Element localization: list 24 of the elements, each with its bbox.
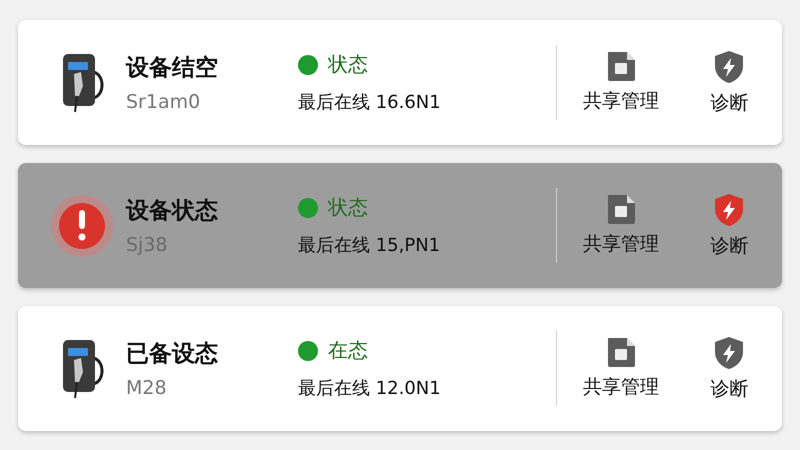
share-manage-button[interactable]: 共享管理 xyxy=(580,190,661,260)
device-model: M28 xyxy=(126,377,168,399)
device-model: Sr1am0 xyxy=(126,91,202,113)
status-dot xyxy=(298,198,318,218)
shield-icon xyxy=(713,192,746,226)
diagnose-button[interactable]: 诊断 xyxy=(708,190,750,260)
status-label: 在态 xyxy=(328,337,368,364)
last-online-text: 最后在线 16.6N1 xyxy=(298,91,442,114)
last-online-text: 最后在线 12.0N1 xyxy=(298,377,442,400)
shield-icon xyxy=(713,50,746,84)
device-name: 设备结空 xyxy=(126,54,219,83)
alert-icon xyxy=(50,194,114,258)
diagnose-button[interactable]: 诊断 xyxy=(708,334,750,404)
status-label: 状态 xyxy=(328,51,368,78)
diagnose-button[interactable]: 诊断 xyxy=(708,48,750,118)
shield-icon xyxy=(713,336,746,370)
device-name: 设备状态 xyxy=(126,197,219,226)
share-manage-button[interactable]: 共享管理 xyxy=(580,48,661,118)
device-name: 已备设态 xyxy=(126,340,219,369)
share-manage-button[interactable]: 共享管理 xyxy=(580,334,661,404)
status-dot xyxy=(298,340,318,360)
status-dot xyxy=(298,54,318,74)
last-online-text: 最后在线 15,PN1 xyxy=(298,234,442,257)
status-label: 状态 xyxy=(328,194,368,221)
